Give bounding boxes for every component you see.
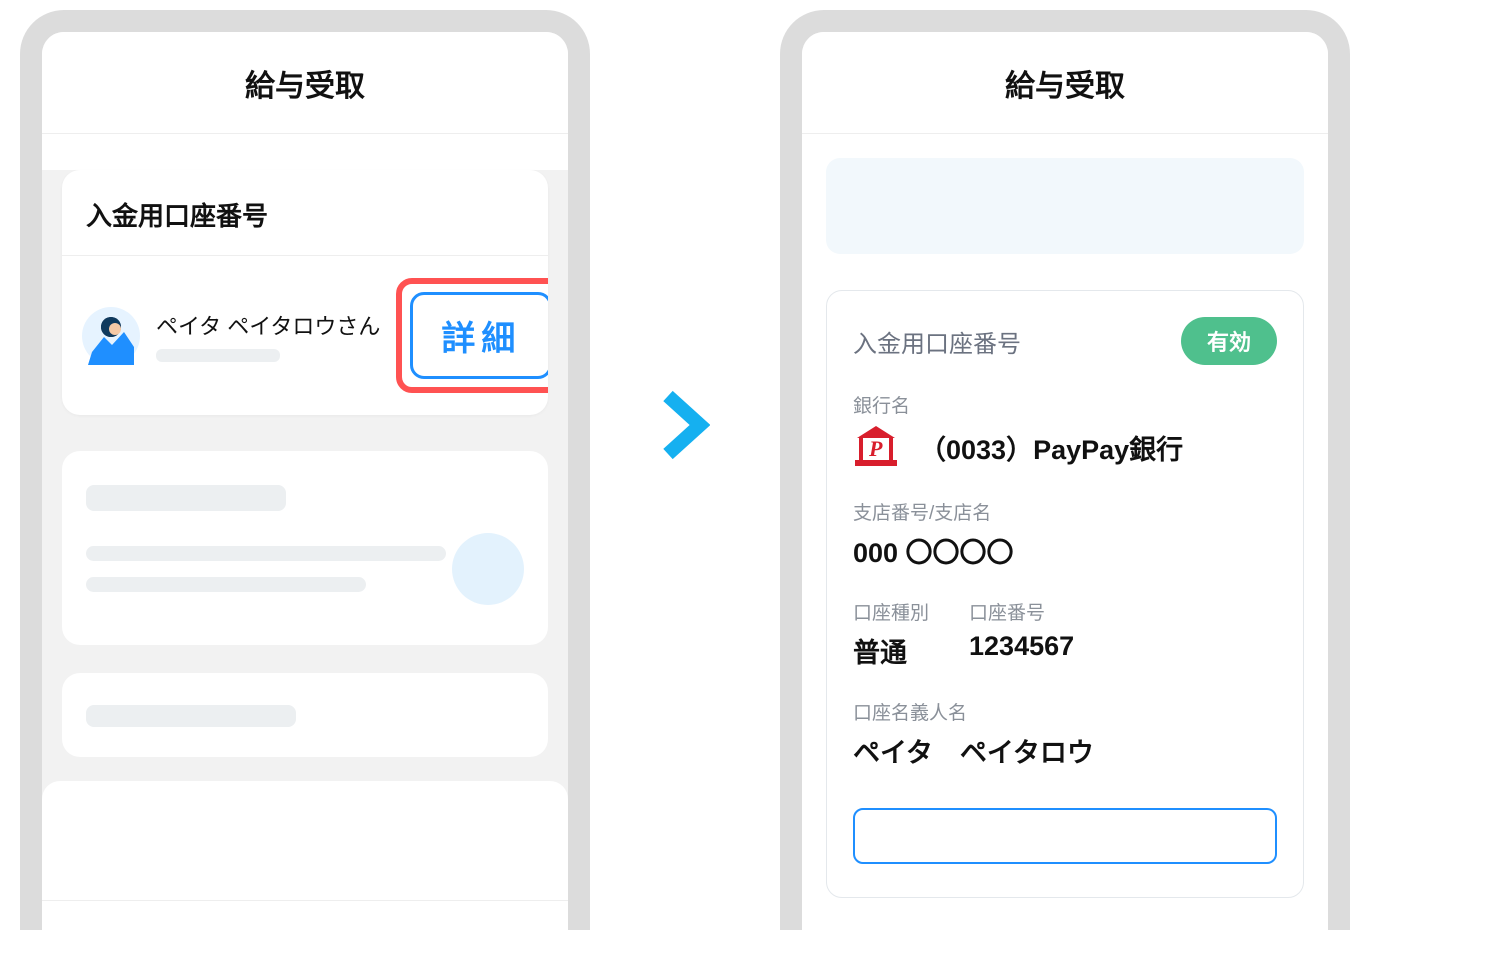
phone-screen-list: 給与受取 入金用口座番号 ペイタ ペイ bbox=[20, 10, 590, 930]
svg-text:P: P bbox=[868, 436, 883, 461]
details-card-title: 入金用口座番号 bbox=[853, 324, 1021, 359]
account-number-field: 口座番号 1234567 bbox=[969, 598, 1074, 670]
header-title-text: 給与受取 bbox=[245, 61, 365, 105]
account-type-label: 口座種別 bbox=[853, 598, 929, 625]
holder-value: ペイタ ペイタロウ bbox=[853, 731, 1277, 770]
placeholder-line bbox=[86, 485, 286, 511]
account-card: 入金用口座番号 ペイタ ペイタロウさん bbox=[62, 170, 548, 415]
page-title: 給与受取 bbox=[42, 32, 568, 134]
account-details-card: 入金用口座番号 有効 銀行名 P bbox=[826, 290, 1304, 898]
holder-field: 口座名義人名 ペイタ ペイタロウ bbox=[853, 698, 1277, 770]
detail-button[interactable]: 詳細 bbox=[410, 292, 548, 379]
branch-label: 支店番号/支店名 bbox=[853, 498, 1277, 525]
screen-body: 入金用口座番号 ペイタ ペイタロウさん bbox=[42, 170, 568, 930]
placeholder-circle bbox=[452, 533, 524, 605]
placeholder-card bbox=[62, 451, 548, 645]
placeholder-line bbox=[156, 349, 280, 362]
account-type-field: 口座種別 普通 bbox=[853, 598, 929, 670]
user-row[interactable]: ペイタ ペイタロウさん 詳細 bbox=[62, 256, 548, 415]
header-title-text: 給与受取 bbox=[1005, 61, 1125, 105]
holder-label: 口座名義人名 bbox=[853, 698, 1277, 725]
page-title: 給与受取 bbox=[802, 32, 1328, 134]
bank-label: 銀行名 bbox=[853, 391, 1277, 418]
account-card-title: 入金用口座番号 bbox=[62, 170, 548, 256]
paypay-bank-icon: P bbox=[853, 424, 899, 470]
placeholder-card bbox=[62, 673, 548, 757]
highlight-box: 詳細 bbox=[396, 278, 548, 393]
user-info: ペイタ ペイタロウさん bbox=[156, 309, 380, 362]
account-number-label: 口座番号 bbox=[969, 598, 1074, 625]
bank-name-value: （0033）PayPay銀行 bbox=[919, 428, 1183, 467]
action-button[interactable] bbox=[853, 808, 1277, 864]
status-badge: 有効 bbox=[1181, 317, 1277, 365]
placeholder-line bbox=[86, 577, 366, 592]
user-name: ペイタ ペイタロウさん bbox=[156, 309, 380, 341]
avatar-icon bbox=[82, 307, 140, 365]
placeholder-card-group bbox=[42, 781, 568, 930]
branch-value: 000 〇〇〇〇 bbox=[853, 531, 1277, 570]
bank-field: 銀行名 P （0033）PayPay銀行 bbox=[853, 391, 1277, 470]
flow-arrow bbox=[660, 10, 710, 460]
placeholder-line bbox=[86, 705, 296, 727]
placeholder-line bbox=[86, 546, 446, 561]
phone-screen-detail: 給与受取 入金用口座番号 有効 銀行名 bbox=[780, 10, 1350, 930]
screen-body: 入金用口座番号 有効 銀行名 P bbox=[802, 158, 1328, 930]
account-type-value: 普通 bbox=[853, 631, 929, 670]
banner-placeholder bbox=[826, 158, 1304, 254]
branch-field: 支店番号/支店名 000 〇〇〇〇 bbox=[853, 498, 1277, 570]
chevron-right-icon bbox=[660, 390, 710, 460]
account-number-value: 1234567 bbox=[969, 631, 1074, 662]
